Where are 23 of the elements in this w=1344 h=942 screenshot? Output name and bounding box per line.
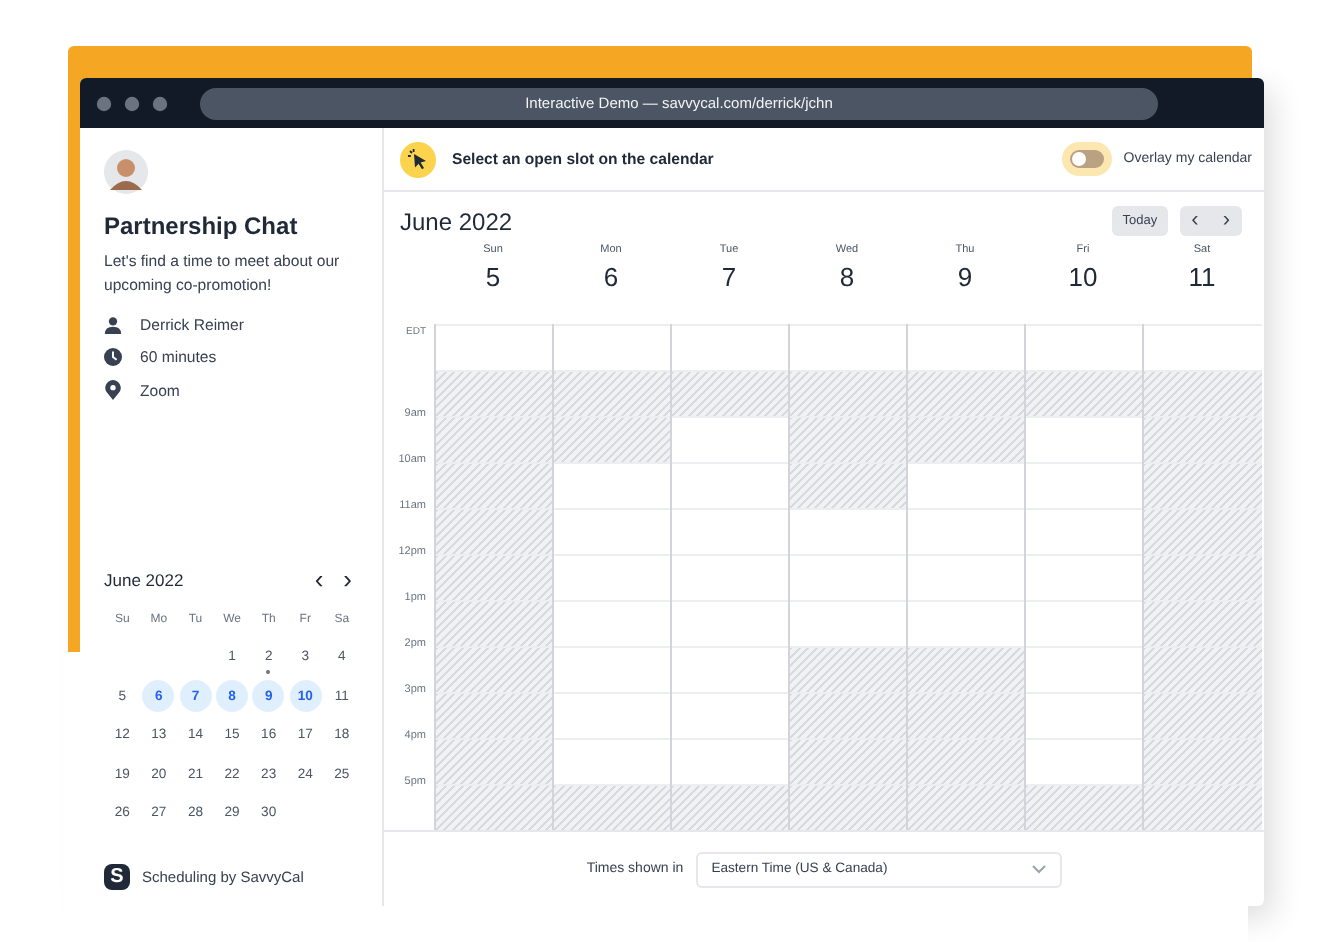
date-number: 9 (957, 262, 973, 292)
date-number: 5 (485, 262, 501, 292)
date-number: 11 (1188, 262, 1216, 292)
savvycal-logo[interactable]: S (104, 864, 130, 890)
date-number: 8 (839, 262, 855, 292)
previous-week-button[interactable]: ‹ (1179, 206, 1211, 236)
month-title: June 2022 (104, 569, 186, 589)
overlay-toggle[interactable] (1069, 150, 1104, 168)
next-month-button[interactable]: › (333, 569, 362, 589)
cursor-click-icon (400, 141, 436, 177)
avatar-icon (104, 150, 148, 194)
clock-icon (104, 348, 122, 366)
date-number: 6 (603, 262, 619, 292)
month-title: June 2022 (400, 207, 513, 235)
previous-month-button[interactable]: ‹ (304, 569, 334, 589)
next-week-button[interactable]: › (1210, 206, 1242, 236)
window-controls-icon[interactable] (96, 95, 168, 111)
event-title: Partnership Chat (104, 212, 300, 240)
date-number: 7 (721, 262, 737, 292)
chevron-down-icon (1031, 864, 1046, 874)
date-number: 10 (1068, 262, 1098, 292)
person-icon (104, 316, 122, 334)
location-pin-icon (104, 380, 122, 400)
